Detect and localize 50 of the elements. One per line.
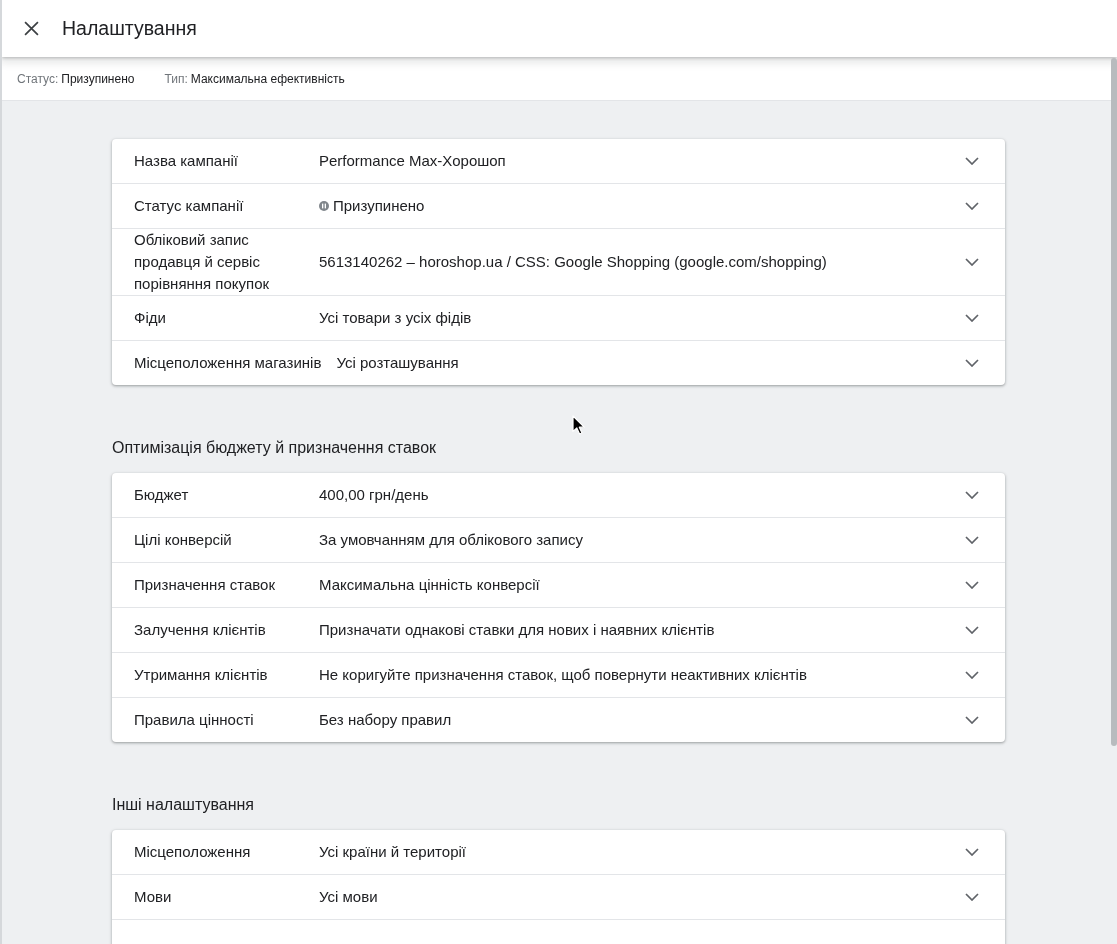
scrollbar-thumb[interactable] [1111, 58, 1117, 746]
setting-label: Місцеположення [134, 842, 252, 862]
chevron-down-icon[interactable] [965, 359, 979, 367]
setting-label: Статус кампанії [134, 196, 245, 216]
setting-label: Бюджет [134, 485, 190, 505]
setting-value: За умовчанням для облікового запису [319, 530, 583, 550]
page-title: Налаштування [62, 17, 197, 40]
chevron-down-icon[interactable] [965, 581, 979, 589]
setting-value: 400,00 грн/день [319, 485, 429, 505]
chevron-down-icon[interactable] [965, 491, 979, 499]
setting-value: Не коригуйте призначення ставок, щоб повернути неактивних клієнтів [319, 665, 807, 685]
section-heading: Інші налаштування [112, 795, 255, 815]
pause-circle-icon [319, 201, 329, 211]
chevron-down-icon[interactable] [965, 716, 979, 724]
setting-label: Утримання клієнтів [134, 665, 269, 685]
setting-value: Призупинено [333, 196, 425, 216]
setting-value: Усі розташування [336, 353, 459, 373]
setting-value: Усі мови [319, 887, 378, 907]
chevron-down-icon[interactable] [965, 848, 979, 856]
setting-value: Усі країни й території [319, 842, 466, 862]
setting-label: Місцеположення магазинів [134, 353, 322, 373]
summary-value: Максимальна ефективність [190, 71, 345, 86]
setting-label: Цілі конверсій [134, 530, 233, 550]
setting-label: Фіди [134, 308, 167, 328]
chevron-down-icon[interactable] [965, 314, 979, 322]
summary-label: Статус: [17, 71, 59, 86]
setting-value: 5613140262 – horoshop.ua / CSS: Google Shopping (google.com/shopping) [319, 252, 827, 272]
setting-label: Назва кампанії [134, 151, 239, 171]
chevron-down-icon[interactable] [965, 671, 979, 679]
chevron-down-icon[interactable] [965, 202, 979, 210]
chevron-down-icon[interactable] [965, 626, 979, 634]
setting-value: Performance Max-Хорошоп [319, 151, 506, 171]
summary-value: Призупинено [61, 71, 135, 86]
chevron-down-icon[interactable] [965, 893, 979, 901]
setting-label: Мови [134, 887, 173, 907]
summary-label: Тип: [164, 71, 188, 86]
close-icon[interactable] [24, 21, 39, 36]
setting-value: Максимальна цінність конверсії [319, 575, 540, 595]
setting-label: Правила цінності [134, 710, 255, 730]
chevron-down-icon[interactable] [965, 536, 979, 544]
setting-label: Призначення ставок [134, 575, 276, 595]
setting-value: Усі товари з усіх фідів [319, 308, 472, 328]
section-heading: Оптимізація бюджету й призначення ставок [112, 438, 438, 458]
chevron-down-icon[interactable] [965, 258, 979, 266]
setting-label: Залучення клієнтів [134, 620, 267, 640]
chevron-down-icon[interactable] [965, 157, 979, 165]
setting-value: Призначати однакові ставки для нових і наявних клієнтів [319, 620, 715, 640]
setting-value: Без набору правил [319, 710, 452, 730]
mouse-pointer-icon [572, 415, 585, 435]
setting-label: Обліковий запис продавця й сервіс порівняння покупок [134, 230, 271, 294]
